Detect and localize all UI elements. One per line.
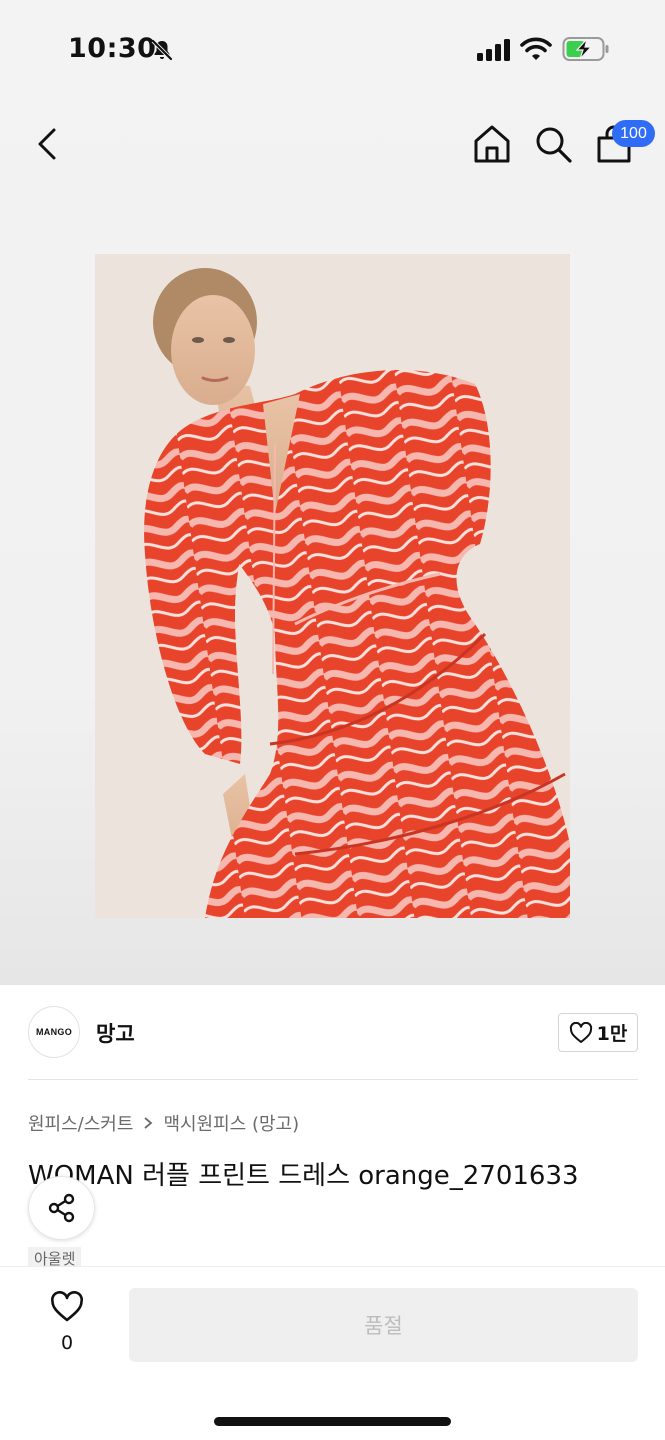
- signal-icon: [477, 39, 510, 61]
- heart-icon: [569, 1021, 592, 1043]
- brand-logo[interactable]: MANGO: [28, 1006, 80, 1058]
- status-time: 10:30: [68, 33, 157, 64]
- chevron-right-icon: [144, 1117, 153, 1129]
- brand-name[interactable]: 망고: [96, 1018, 135, 1048]
- share-button[interactable]: [28, 1176, 95, 1240]
- home-indicator: [214, 1417, 451, 1426]
- product-image[interactable]: [95, 254, 570, 918]
- soldout-button[interactable]: 품절: [129, 1288, 638, 1362]
- divider: [28, 1079, 638, 1080]
- brand-like-button[interactable]: 1만: [558, 1013, 638, 1052]
- breadcrumb-item-category[interactable]: 원피스/스커트: [28, 1110, 133, 1136]
- bell-off-icon: [151, 39, 173, 61]
- cart-count-badge: 100: [612, 120, 655, 147]
- wifi-icon: [520, 37, 552, 60]
- home-icon[interactable]: [472, 124, 512, 164]
- brand-like-count: 1만: [596, 1023, 628, 1045]
- breadcrumb: 원피스/스커트 맥시원피스 (망고): [28, 1110, 299, 1136]
- search-icon[interactable]: [533, 124, 573, 164]
- product-title: WOMAN 러플 프린트 드레스 orange_2701633: [28, 1161, 579, 1191]
- wishlist-count: 0: [60, 1332, 74, 1354]
- back-icon[interactable]: [30, 124, 66, 164]
- share-icon: [48, 1193, 74, 1223]
- wishlist-heart-icon[interactable]: [50, 1291, 84, 1323]
- battery-charging-icon: [562, 37, 609, 61]
- breadcrumb-item-subcategory[interactable]: 맥시원피스 (망고): [163, 1110, 299, 1136]
- status-bar: 10:30: [0, 0, 665, 100]
